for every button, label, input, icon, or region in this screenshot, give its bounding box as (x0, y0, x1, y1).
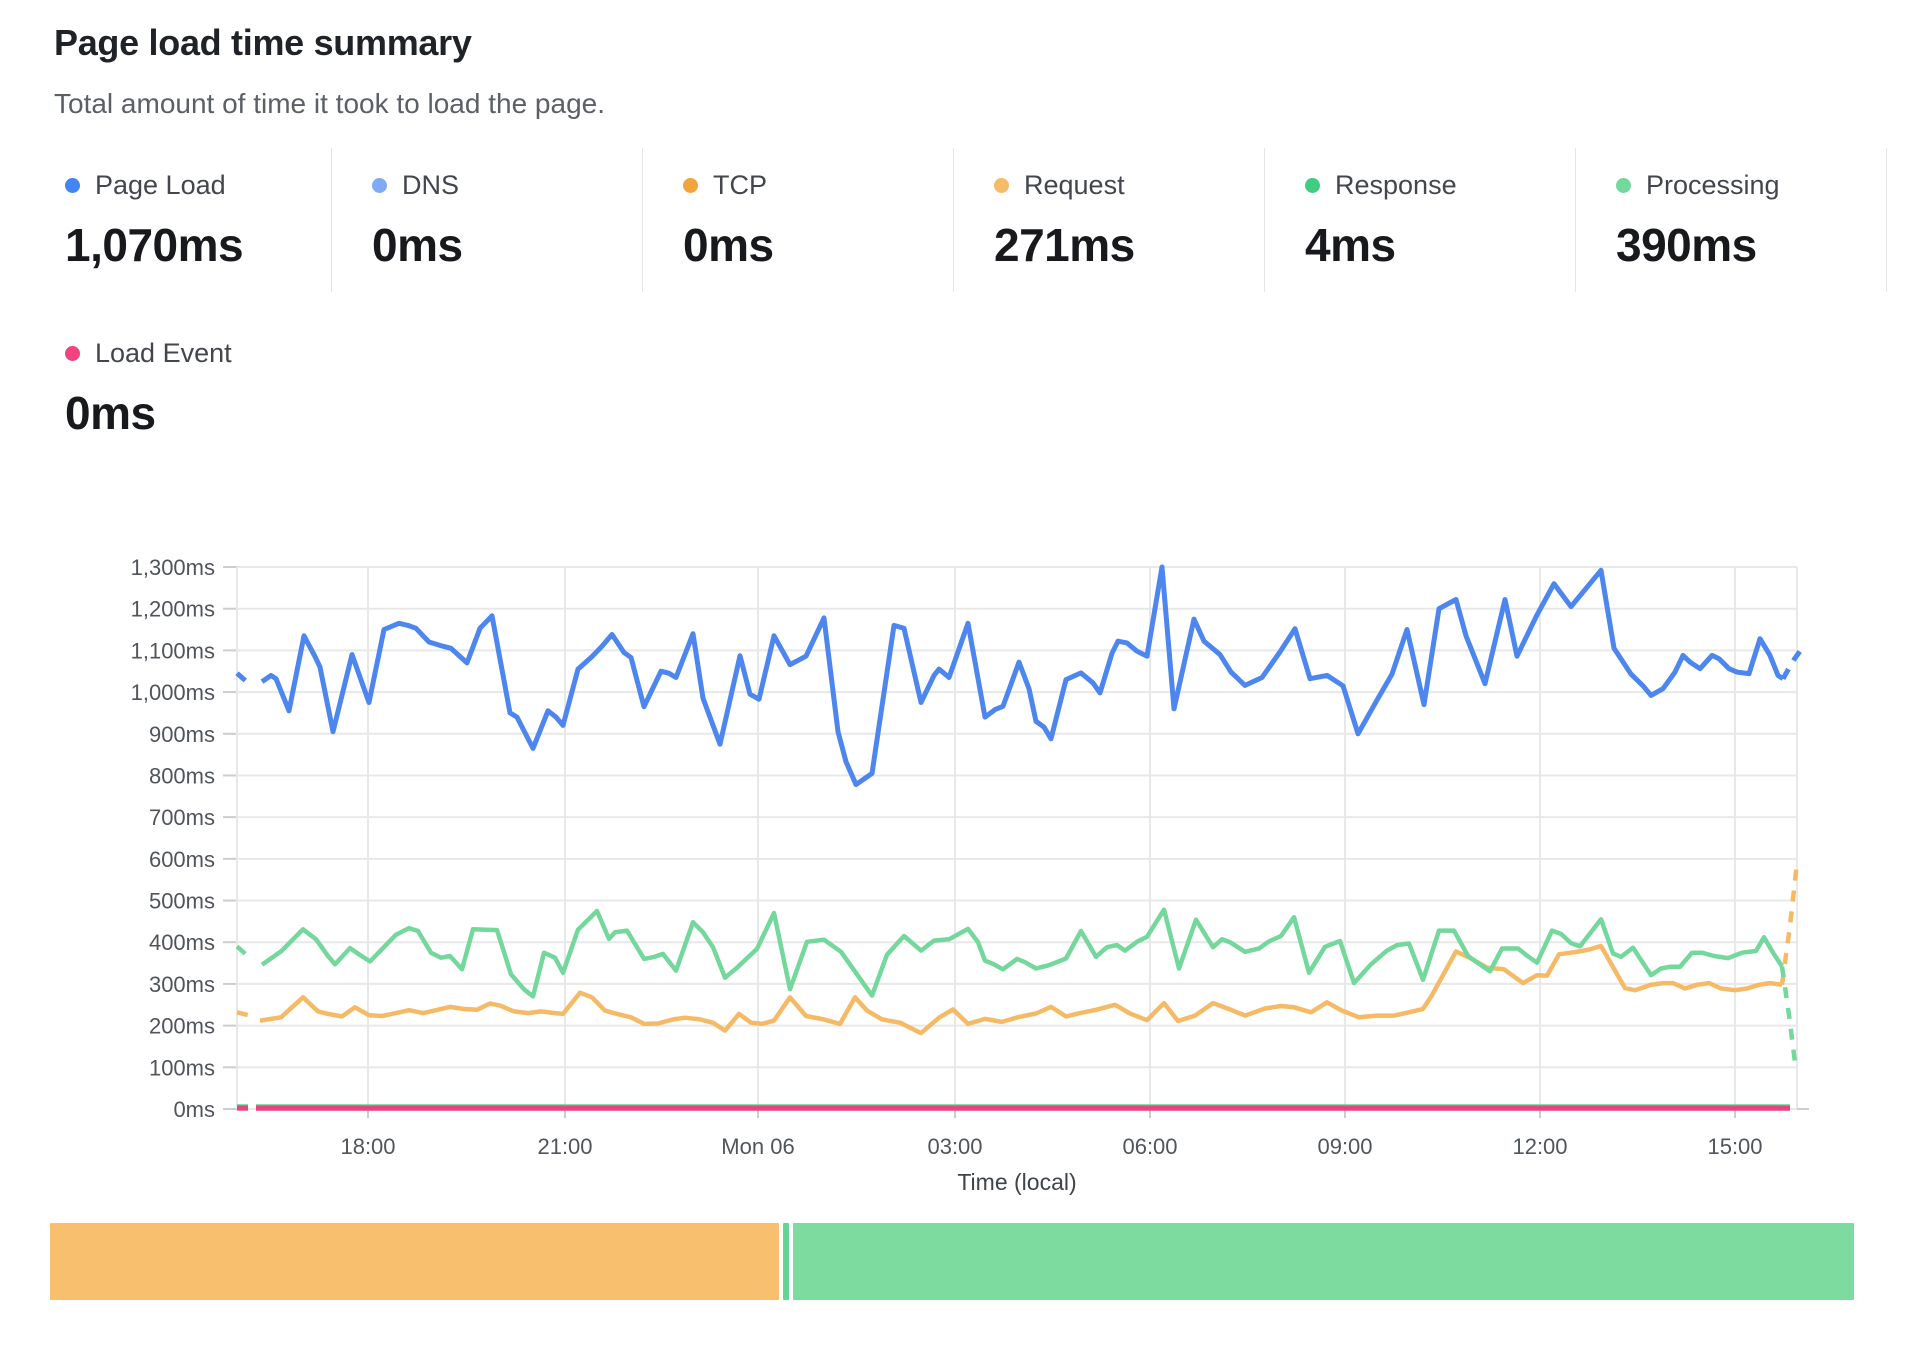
legend-label: Page Load (95, 170, 226, 201)
legend-label: Request (1024, 170, 1125, 201)
legend-label: TCP (713, 170, 767, 201)
legend-item-load-event: Load Event 0ms (54, 316, 454, 456)
legend-item-request: Request 271ms (954, 148, 1265, 292)
svg-text:15:00: 15:00 (1707, 1134, 1762, 1159)
svg-text:400ms: 400ms (149, 930, 215, 955)
response-dot (1305, 178, 1320, 193)
legend-item-response: Response 4ms (1265, 148, 1576, 292)
svg-text:1,200ms: 1,200ms (131, 597, 215, 622)
legend-label: Processing (1646, 170, 1780, 201)
legend-item-dns: DNS 0ms (332, 148, 643, 292)
legend-value: 1,070ms (65, 218, 331, 272)
svg-text:100ms: 100ms (149, 1055, 215, 1080)
svg-text:12:00: 12:00 (1512, 1134, 1567, 1159)
legend-value: 390ms (1616, 218, 1886, 272)
svg-text:600ms: 600ms (149, 847, 215, 872)
legend-label: Response (1335, 170, 1457, 201)
svg-text:0ms: 0ms (173, 1097, 215, 1122)
dns-dot (372, 178, 387, 193)
svg-text:Time (local): Time (local) (957, 1169, 1076, 1195)
bar-segment-degraded-period[interactable] (50, 1223, 779, 1300)
bar-segment-passing-period[interactable] (793, 1223, 1854, 1300)
timeseries-chart[interactable]: 0ms 100ms 200ms 300ms 400ms 500ms 600ms 700ms 80… (0, 545, 1910, 1217)
legend-label: Load Event (95, 338, 232, 369)
load-event-dot (65, 346, 80, 361)
status-timeline-bar[interactable] (50, 1223, 1854, 1300)
svg-text:1,100ms: 1,100ms (131, 638, 215, 663)
svg-text:500ms: 500ms (149, 889, 215, 914)
svg-text:18:00: 18:00 (340, 1134, 395, 1159)
metrics-legend: Page Load 1,070ms DNS 0ms TCP 0ms Reques… (54, 148, 1890, 292)
legend-label: DNS (402, 170, 459, 201)
legend-value: 4ms (1305, 218, 1575, 272)
legend-value: 0ms (372, 218, 642, 272)
svg-text:1,000ms: 1,000ms (131, 680, 215, 705)
svg-text:21:00: 21:00 (537, 1134, 592, 1159)
svg-text:09:00: 09:00 (1317, 1134, 1372, 1159)
svg-text:03:00: 03:00 (927, 1134, 982, 1159)
page-load-dot (65, 178, 80, 193)
svg-text:700ms: 700ms (149, 805, 215, 830)
legend-value: 0ms (65, 386, 454, 440)
legend-value: 0ms (683, 218, 953, 272)
legend-item-tcp: TCP 0ms (643, 148, 954, 292)
legend-item-page-load: Page Load 1,070ms (54, 148, 332, 292)
svg-text:900ms: 900ms (149, 722, 215, 747)
legend-item-processing: Processing 390ms (1576, 148, 1887, 292)
page-subtitle: Total amount of time it took to load the… (54, 88, 605, 120)
processing-dot (1616, 178, 1631, 193)
tcp-dot (683, 178, 698, 193)
svg-text:300ms: 300ms (149, 972, 215, 997)
page-title: Page load time summary (54, 22, 472, 64)
svg-text:200ms: 200ms (149, 1014, 215, 1039)
bar-segment-short-period[interactable] (783, 1223, 789, 1300)
svg-text:800ms: 800ms (149, 763, 215, 788)
svg-text:1,300ms: 1,300ms (131, 555, 215, 580)
svg-text:06:00: 06:00 (1122, 1134, 1177, 1159)
request-dot (994, 178, 1009, 193)
legend-value: 271ms (994, 218, 1264, 272)
svg-text:Mon 06: Mon 06 (721, 1134, 794, 1159)
